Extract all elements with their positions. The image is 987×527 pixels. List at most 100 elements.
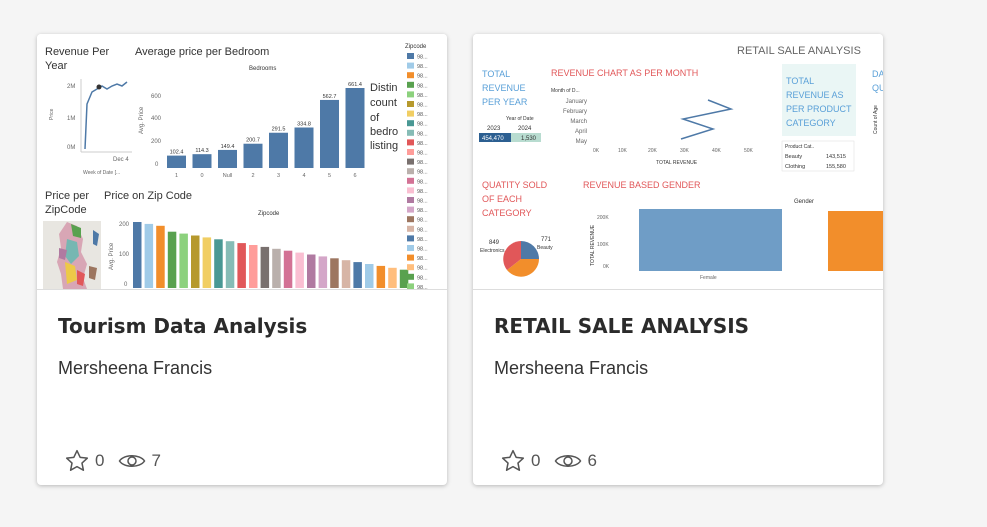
qty-side-axis: Count of Age (873, 105, 879, 134)
month-label: February (563, 109, 587, 115)
star-outline-icon (501, 449, 525, 471)
pie-label-value: 771 (541, 237, 552, 243)
gender-ytick: 200K (597, 215, 609, 221)
avg-price-ylabel: Avg. Price (139, 106, 145, 134)
year-table-header: Year of Date (506, 116, 534, 122)
rev-year-title-2: Year (45, 60, 68, 72)
legend-swatch (407, 216, 414, 223)
legend-swatch (407, 206, 414, 213)
month-label: May (576, 139, 587, 145)
pie-label-value: 849 (489, 240, 500, 246)
card-author[interactable]: Mersheena Francis (494, 358, 648, 379)
zip-bar (341, 260, 351, 288)
zip-bar (133, 222, 142, 288)
price-zip-title-2: ZipCode (45, 204, 87, 216)
zip-bar (388, 267, 397, 288)
workbook-thumbnail[interactable]: Revenue Per Year 2M 1M 0M Price Dec 4 We… (37, 34, 447, 290)
avg-price-bar (320, 99, 339, 168)
month-xtick: 40K (712, 148, 722, 154)
legend-label: 98... (417, 112, 428, 118)
rev-category-title: CATEGORY (786, 118, 836, 128)
avg-price-value-label: 114.3 (195, 148, 208, 154)
avg-price-bars (167, 88, 365, 168)
zip-bar (260, 246, 270, 288)
legend-label: 98... (417, 237, 428, 243)
qty-sold-pie (503, 241, 539, 277)
avg-price-value-label: 562.7 (323, 94, 337, 100)
zip-bar (225, 241, 235, 288)
avg-price-category-label: 2 (251, 173, 254, 179)
pie-label-name: Electronics (480, 248, 505, 254)
legend-label: 98... (417, 218, 428, 224)
zip-chart-ytick: 200 (119, 222, 130, 228)
legend-label: 98... (417, 227, 428, 233)
rev-year-xtick: Dec 4 (113, 157, 129, 163)
rev-year-title-1: Revenue Per (45, 46, 110, 58)
avg-price-title: Average price per Bedroom (135, 46, 269, 58)
zip-bar (237, 243, 246, 288)
legend-label: 98... (417, 189, 428, 195)
year-label: 2024 (518, 126, 532, 132)
gender-bar-female (639, 209, 782, 271)
distinct-text-line: listing (370, 140, 398, 152)
legend-swatch (407, 225, 414, 232)
dashboard-header: RETAIL SALE ANALYSIS (737, 45, 861, 57)
zip-chart-ylabel: Avg. Price (109, 242, 115, 270)
favorite-count: 0 (531, 451, 541, 470)
legend-label: 98... (417, 83, 428, 89)
zip-bar (144, 223, 154, 288)
total-rev-year-title: PER YEAR (482, 97, 528, 107)
workbook-card-retail[interactable]: RETAIL SALE ANALYSIS TOTAL REVENUE PER Y… (473, 34, 883, 485)
avg-price-value-label: 149.4 (221, 144, 235, 150)
favorite-button[interactable]: 0 (64, 448, 104, 474)
legend-swatch (407, 72, 414, 79)
legend-swatch (407, 187, 414, 194)
workbook-card-tourism[interactable]: Revenue Per Year 2M 1M 0M Price Dec 4 We… (37, 34, 447, 485)
legend-swatch (407, 264, 414, 271)
workbook-thumbnail[interactable]: RETAIL SALE ANALYSIS TOTAL REVENUE PER Y… (473, 34, 883, 290)
category-value: 143,515 (826, 154, 846, 160)
favorite-button[interactable]: 0 (500, 448, 540, 474)
avg-price-category-label: 4 (302, 173, 305, 179)
eye-icon (555, 455, 582, 467)
zip-bar (307, 254, 316, 288)
zip-map (43, 221, 101, 289)
legend-swatch (407, 254, 414, 261)
legend-swatch (407, 197, 414, 203)
category-name: Beauty (785, 154, 802, 160)
rev-year-ylabel: Price (49, 108, 55, 120)
rev-month-line (680, 99, 734, 140)
card-title[interactable]: Tourism Data Analysis (58, 314, 307, 338)
zip-bar (295, 252, 304, 288)
legend-swatch (407, 53, 414, 59)
card-stats: 0 7 (64, 448, 175, 474)
legend-label: 98... (417, 122, 428, 128)
zip-bar (272, 248, 281, 288)
legend-label: 98... (417, 131, 428, 137)
legend-label: 98... (417, 275, 428, 281)
category-value: 155,580 (826, 164, 846, 170)
rev-year-ytick: 1M (67, 116, 75, 122)
qty-side-title: QU (872, 83, 883, 93)
avg-price-category-label: 6 (353, 173, 356, 179)
legend-swatch (407, 101, 414, 107)
month-label: March (570, 119, 587, 125)
views-indicator: 6 (554, 451, 597, 471)
month-label: January (566, 99, 587, 105)
qty-side-title: DA (872, 69, 883, 79)
legend-swatch (407, 283, 414, 289)
legend-label: 98... (417, 160, 428, 166)
rev-category-title: PER PRODUCT (786, 104, 852, 114)
zip-chart-ytick: 0 (124, 282, 128, 288)
avg-price-bar (243, 143, 263, 168)
favorite-count: 0 (95, 451, 105, 470)
gender-xlabel: Female (700, 275, 717, 281)
card-title[interactable]: RETAIL SALE ANALYSIS (494, 314, 749, 338)
pie-label-name: Beauty (537, 245, 553, 251)
month-xtick: 10K (618, 148, 628, 154)
card-author[interactable]: Mersheena Francis (58, 358, 212, 379)
avg-price-ytick: 200 (151, 139, 162, 145)
month-xtick: 30K (680, 148, 690, 154)
dashboard-preview: Revenue Per Year 2M 1M 0M Price Dec 4 We… (43, 44, 428, 289)
month-xtick: 0K (593, 148, 600, 154)
